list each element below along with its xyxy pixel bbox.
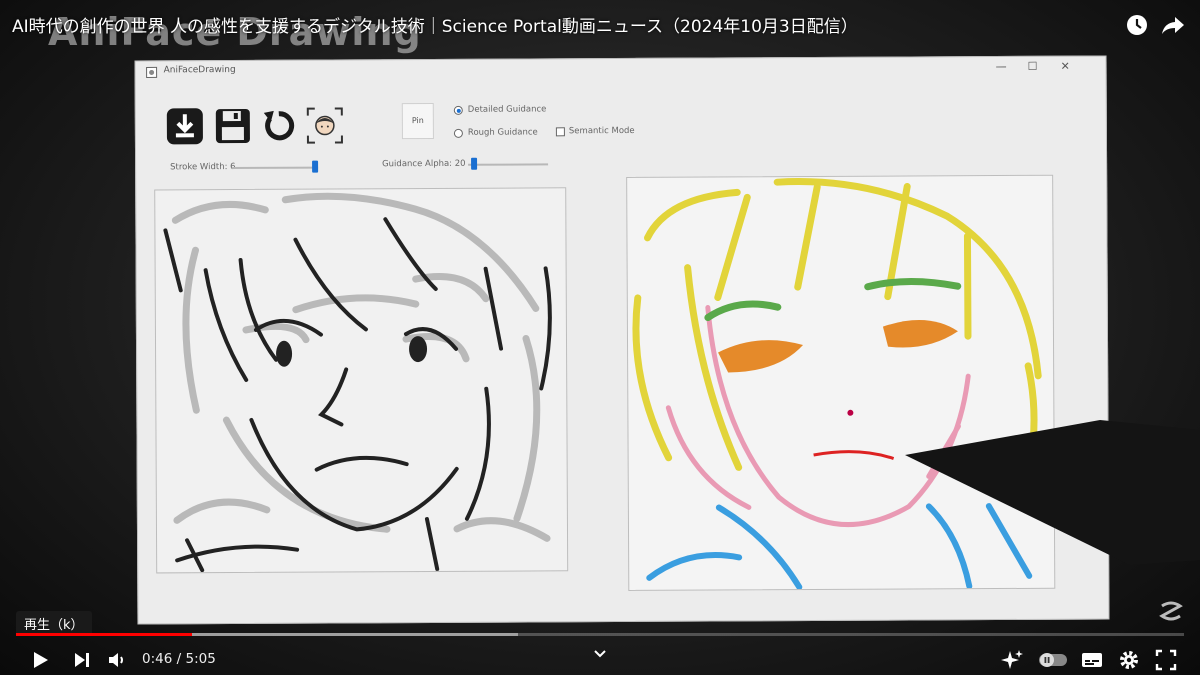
play-icon[interactable] <box>28 648 52 672</box>
next-icon[interactable] <box>70 648 94 672</box>
settings-icon[interactable] <box>1117 648 1141 672</box>
close-button[interactable]: ✕ <box>1061 60 1070 73</box>
sparkle-icon[interactable] <box>1000 648 1024 672</box>
minimize-button[interactable]: — <box>996 60 1007 73</box>
guidance-alpha-label: Guidance Alpha: 20 <box>382 158 466 170</box>
semantic-mode-label: Semantic Mode <box>568 125 635 137</box>
chevron-down-icon[interactable] <box>592 648 608 660</box>
face-icon[interactable] <box>306 106 344 144</box>
guidance-alpha-slider[interactable] <box>468 163 549 166</box>
stroke-width-slider-thumb[interactable] <box>312 160 319 173</box>
fullscreen-icon[interactable] <box>1154 648 1178 672</box>
volume-icon[interactable] <box>106 648 130 672</box>
window-title: AniFaceDrawing <box>163 65 236 76</box>
video-frame[interactable]: AniFace Drawing AniFaceDrawing — ☐ ✕ Pin… <box>0 0 1200 675</box>
subtitles-icon[interactable] <box>1080 648 1104 672</box>
channel-watermark-icon <box>1159 601 1183 621</box>
progress-played <box>16 633 193 636</box>
video-title: AI時代の創作の世界 人の感性を支援するデジタル技術｜Science Porta… <box>12 17 858 37</box>
radio-detailed-guidance[interactable] <box>453 105 463 115</box>
stroke-width-slider[interactable] <box>232 166 319 170</box>
stroke-width-label: Stroke Width: 6 <box>170 162 236 173</box>
share-icon[interactable] <box>1160 12 1186 38</box>
duration: 5:05 <box>185 651 216 667</box>
guidance-alpha-slider-thumb[interactable] <box>471 157 478 170</box>
time-display: 0:46 / 5:05 <box>142 651 216 667</box>
time-separator: / <box>176 651 182 667</box>
radio-rough-guidance[interactable] <box>453 128 463 138</box>
autoplay-toggle-icon[interactable] <box>1038 648 1068 672</box>
app-icon <box>146 66 158 78</box>
window-titlebar: AniFaceDrawing — ☐ ✕ <box>136 56 1106 83</box>
watch-later-icon[interactable] <box>1124 12 1150 38</box>
current-time: 0:46 <box>142 651 173 667</box>
radio-detailed-guidance-label: Detailed Guidance <box>467 104 547 115</box>
maximize-button[interactable]: ☐ <box>1028 60 1038 73</box>
progress-bar[interactable] <box>16 633 1184 636</box>
save-icon[interactable] <box>214 107 252 145</box>
semantic-mode-checkbox[interactable] <box>555 127 565 137</box>
sketch-drawing <box>163 192 552 573</box>
stylus-pen <box>905 420 1200 565</box>
radio-rough-guidance-label: Rough Guidance <box>467 127 538 138</box>
undo-icon[interactable] <box>260 107 298 145</box>
download-icon[interactable] <box>166 107 204 145</box>
pin-button[interactable]: Pin <box>401 102 434 140</box>
sketch-canvas[interactable] <box>154 187 569 574</box>
